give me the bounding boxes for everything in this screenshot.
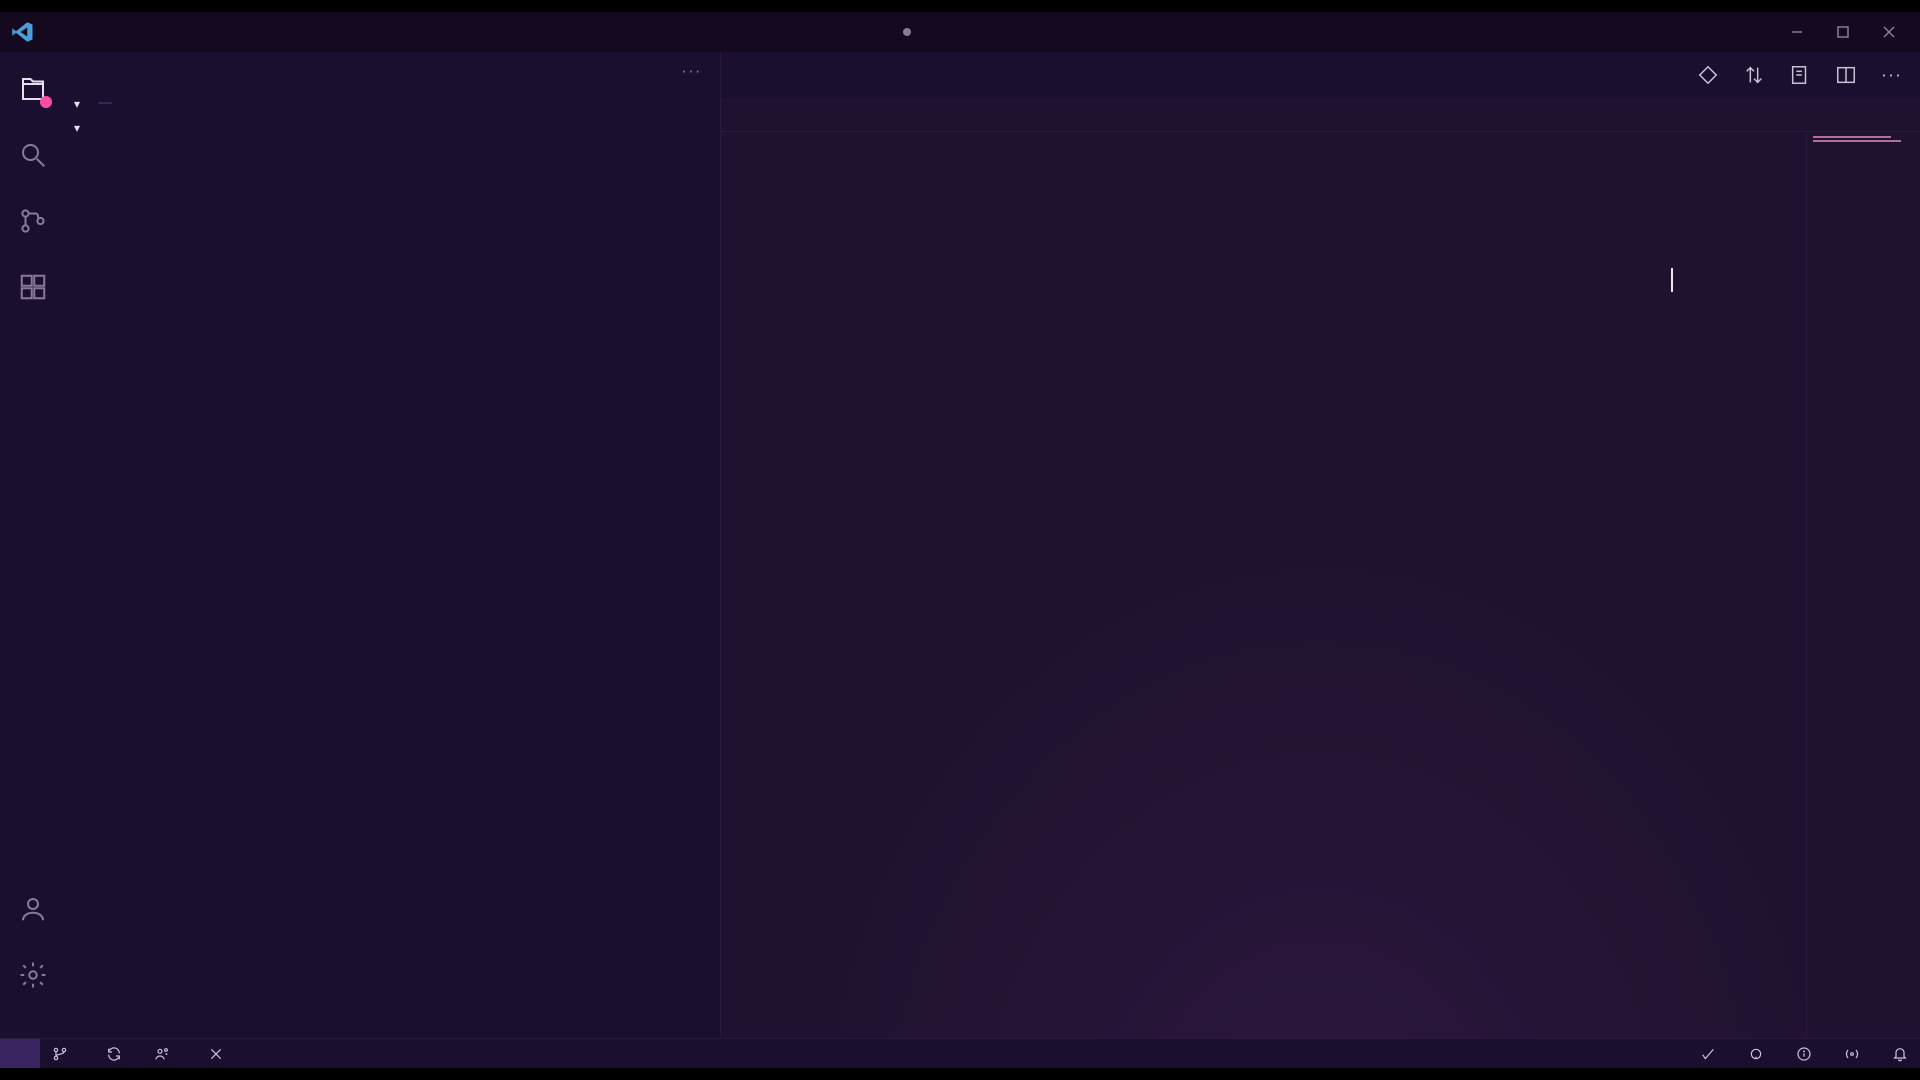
chevron-down-icon — [74, 94, 80, 112]
status-remote[interactable] — [0, 1039, 40, 1068]
activity-source-control[interactable] — [0, 188, 66, 254]
status-bar — [0, 1038, 1920, 1068]
editor-actions: ··· — [1680, 52, 1920, 98]
app-logo — [8, 18, 36, 46]
open-editors-badge — [98, 102, 112, 104]
status-minify[interactable] — [202, 1046, 236, 1062]
code-editor[interactable] — [721, 132, 1920, 1038]
status-info-icon[interactable] — [1790, 1046, 1818, 1062]
sidebar-more-icon[interactable]: ··· — [682, 63, 702, 81]
activity-search[interactable] — [0, 122, 66, 188]
gutter — [721, 132, 801, 1038]
split-editor-icon[interactable] — [1832, 61, 1860, 89]
secondary-cursor — [1671, 268, 1673, 292]
workspace-header[interactable] — [66, 116, 720, 138]
breadcrumb[interactable] — [721, 98, 1920, 132]
status-liveshare[interactable] — [148, 1046, 182, 1062]
title-dirty-dot — [903, 28, 911, 36]
activity-settings[interactable] — [0, 942, 66, 1008]
open-changes-icon[interactable] — [1786, 61, 1814, 89]
status-branch[interactable] — [46, 1046, 80, 1062]
vscode-window: ··· — [0, 12, 1920, 1068]
status-prettier-icon[interactable] — [1742, 1046, 1770, 1062]
chevron-down-icon — [74, 118, 80, 136]
sidebar-header: ··· — [66, 52, 720, 92]
letterbox-bottom — [0, 1068, 1920, 1080]
sidebar: ··· — [66, 52, 721, 1038]
close-button[interactable] — [1866, 12, 1912, 52]
status-bell-icon[interactable] — [1886, 1046, 1914, 1062]
activity-explorer[interactable] — [0, 56, 66, 122]
code-body[interactable] — [801, 132, 1920, 1038]
editor-area: ··· — [721, 52, 1920, 1038]
maximize-button[interactable] — [1820, 12, 1866, 52]
status-sync[interactable] — [100, 1046, 128, 1062]
main-area: ··· — [0, 52, 1920, 1038]
compare-icon[interactable] — [1740, 61, 1768, 89]
window-controls — [1774, 12, 1912, 52]
editor-tabs: ··· — [721, 52, 1920, 98]
minimize-button[interactable] — [1774, 12, 1820, 52]
status-feedback-icon[interactable] — [1694, 1046, 1722, 1062]
identify-icon[interactable] — [1694, 61, 1722, 89]
more-actions-icon[interactable]: ··· — [1878, 61, 1906, 89]
file-tree[interactable] — [66, 138, 720, 1038]
activity-extensions[interactable] — [0, 254, 66, 320]
letterbox-top — [0, 0, 1920, 12]
explorer-badge — [40, 96, 52, 108]
activity-account[interactable] — [0, 876, 66, 942]
activity-bar — [0, 52, 66, 1038]
window-title — [46, 28, 1774, 36]
status-radio-icon[interactable] — [1838, 1046, 1866, 1062]
minimap[interactable] — [1806, 132, 1916, 1038]
open-editors-header[interactable] — [66, 92, 720, 114]
titlebar — [0, 12, 1920, 52]
